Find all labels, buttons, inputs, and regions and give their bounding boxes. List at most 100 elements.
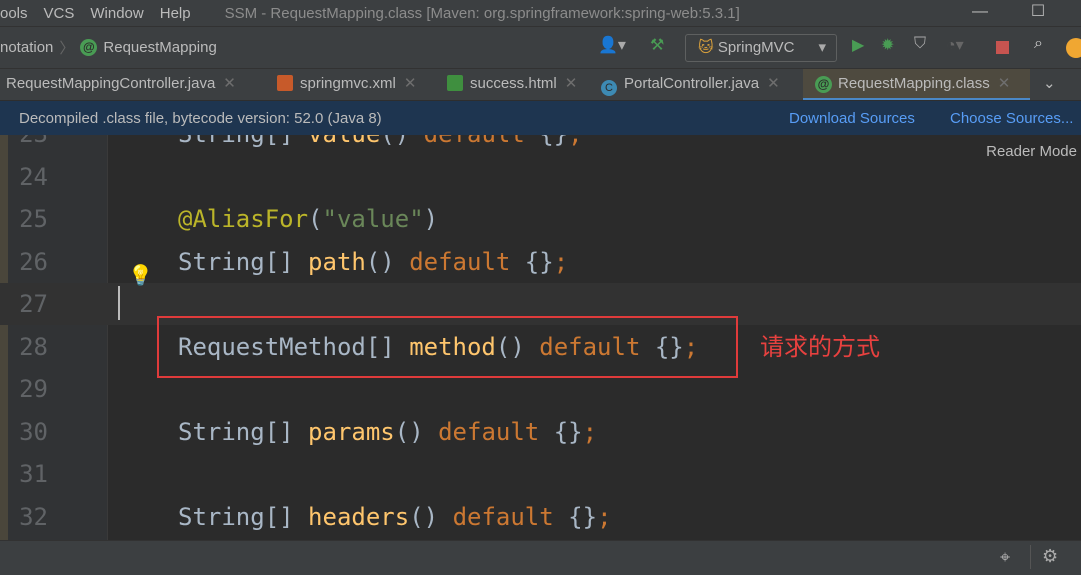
menu-tools[interactable]: ools <box>0 5 28 22</box>
code-token: () <box>394 417 439 446</box>
line-number: 27 <box>19 290 48 318</box>
annotation-icon: @ <box>80 39 98 56</box>
gear-icon[interactable]: ⚙ <box>1042 546 1058 567</box>
tab-label: PortalController.java <box>624 75 760 92</box>
tab-portalcontroller[interactable]: C PortalController.java ✕ <box>601 69 780 101</box>
code-text: String[] value() default {}; <box>178 135 583 155</box>
maximize-button[interactable]: ☐ <box>1018 0 1058 26</box>
annotation-icon: @ <box>815 76 832 93</box>
tomcat-icon: 🐱 <box>698 39 718 56</box>
user-icon[interactable]: 👤▾ <box>598 35 626 55</box>
chevron-down-icon: ▾ <box>818 39 826 56</box>
code-text: String[] params() default {}; <box>178 411 597 453</box>
target-icon[interactable]: ⌖ <box>1000 547 1010 568</box>
code-line[interactable]: 25 @AliasFor("value") <box>0 198 1081 240</box>
code-token: () <box>380 135 423 148</box>
tab-label: springmvc.xml <box>300 75 396 92</box>
code-token: value <box>308 135 380 148</box>
build-hammer-icon[interactable]: ⚒ <box>650 35 664 55</box>
line-number: 29 <box>19 375 48 403</box>
code-line[interactable]: 24 <box>0 156 1081 198</box>
code-token: default <box>424 135 540 148</box>
close-icon[interactable]: ✕ <box>998 75 1011 92</box>
stop-icon[interactable] <box>996 41 1009 54</box>
code-token: params <box>308 417 395 446</box>
code-text: String[] path() default {}; <box>178 241 568 283</box>
profile-icon[interactable]: ◔▾ <box>946 35 964 55</box>
code-token: {} <box>524 247 554 276</box>
code-token: String[] <box>178 417 309 446</box>
line-number: 30 <box>19 417 48 446</box>
editor-tabs: RequestMappingController.java ✕ springmvc… <box>0 68 1081 101</box>
code-token: ; <box>553 247 569 276</box>
code-token: {} <box>568 502 598 531</box>
close-icon[interactable]: ✕ <box>565 75 578 92</box>
search-icon[interactable]: ⌕ <box>1034 35 1043 53</box>
download-sources-link[interactable]: Download Sources <box>789 101 915 136</box>
run-configuration-select[interactable]: 🐱 SpringMVC ▾ <box>685 34 837 62</box>
line-number: 24 <box>19 162 48 191</box>
menu-help[interactable]: Help <box>160 5 191 22</box>
tab-requestmapping-class[interactable]: @ RequestMapping.class ✕ <box>803 69 1030 101</box>
code-token: headers <box>308 502 410 531</box>
debug-icon[interactable]: ✹ <box>881 35 894 55</box>
code-token: {} <box>553 417 583 446</box>
code-line[interactable]: 31 <box>0 453 1081 495</box>
code-line[interactable]: 23 String[] value() default {}; <box>0 135 1081 155</box>
tab-success-html[interactable]: success.html ✕ <box>447 69 577 101</box>
tab-springmvc-xml[interactable]: springmvc.xml ✕ <box>277 69 416 101</box>
code-text: String[] headers() default {}; <box>178 496 612 538</box>
code-token: default <box>438 417 554 446</box>
code-token: () <box>365 247 410 276</box>
menu-vcs[interactable]: VCS <box>44 5 75 22</box>
line-number: 31 <box>19 460 48 488</box>
minimize-button[interactable]: — <box>960 0 1000 26</box>
coverage-icon[interactable]: ⛉ <box>914 35 926 53</box>
run-icon[interactable]: ▶ <box>852 35 864 55</box>
code-editor[interactable]: 23String[] value() default {};2425@Alias… <box>0 135 1081 540</box>
code-token: String[] <box>178 135 308 148</box>
html-file-icon <box>447 75 463 91</box>
tabs-overflow-chevron-icon[interactable]: ⌄ <box>1043 74 1056 92</box>
tab-requestmappingcontroller[interactable]: RequestMappingController.java ✕ <box>6 69 236 101</box>
divider <box>1030 545 1031 569</box>
line-number: 32 <box>19 502 48 531</box>
close-icon[interactable]: ✕ <box>767 75 780 92</box>
code-token: ) <box>423 205 439 233</box>
breadcrumb-separator-icon: 〉 <box>59 40 75 57</box>
menu-bar: ools VCS Window Help SSM - RequestMappin… <box>0 0 1081 26</box>
code-token: "value" <box>322 205 424 233</box>
code-line[interactable]: 26 String[] path() default {}; <box>0 241 1081 283</box>
code-token: {} <box>539 135 568 148</box>
choose-sources-link[interactable]: Choose Sources... <box>950 101 1073 136</box>
lightbulb-icon[interactable]: 💡 <box>128 263 153 288</box>
code-token: default <box>452 502 569 531</box>
line-number: 25 <box>19 205 48 233</box>
code-token: ; <box>568 135 582 148</box>
class-icon: C <box>601 80 617 96</box>
code-line[interactable]: 30 String[] params() default {}; <box>0 411 1081 453</box>
decompiled-banner: Decompiled .class file, bytecode version… <box>0 100 1081 135</box>
code-line[interactable]: 32 String[] headers() default {}; <box>0 496 1081 538</box>
code-token: String[] <box>178 502 309 531</box>
code-token: String[] <box>178 247 309 276</box>
breadcrumb-current[interactable]: RequestMapping <box>103 39 216 56</box>
xml-file-icon <box>277 75 293 91</box>
text-cursor <box>118 286 120 320</box>
menu-window[interactable]: Window <box>90 5 143 22</box>
reader-mode-toggle[interactable]: Reader Mode <box>986 143 1077 160</box>
update-icon[interactable] <box>1066 38 1081 58</box>
breadcrumb-parent[interactable]: notation <box>0 39 53 56</box>
run-configuration-label: SpringMVC <box>717 39 795 56</box>
highlight-box <box>157 316 738 378</box>
tab-label: RequestMapping.class <box>838 75 990 92</box>
line-number: 26 <box>19 247 48 276</box>
line-number: 23 <box>8 135 48 155</box>
close-icon[interactable]: ✕ <box>223 75 236 92</box>
code-token: ( <box>308 205 323 233</box>
close-icon[interactable]: ✕ <box>404 75 417 92</box>
line-number: 28 <box>19 332 48 361</box>
code-token: default <box>409 247 525 276</box>
code-token: path <box>308 247 366 276</box>
bottom-toolbar: ⌖ ⚙ <box>0 540 1081 575</box>
